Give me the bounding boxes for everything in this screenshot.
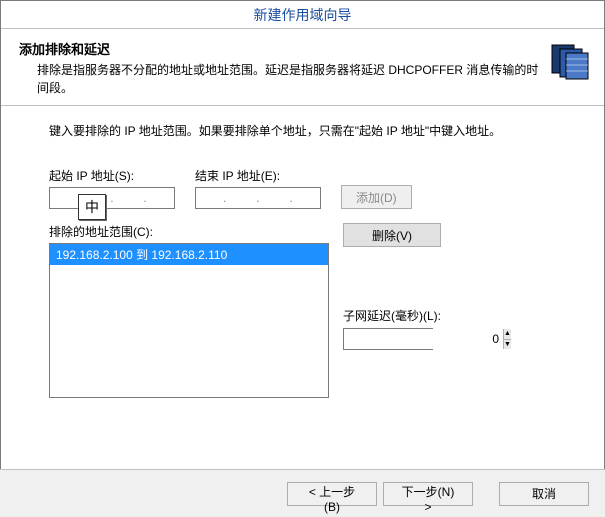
wizard-content: 键入要排除的 IP 地址范围。如果要排除单个地址，只需在"起始 IP 地址"中键… [1, 106, 604, 408]
subnet-delay-input[interactable] [344, 329, 503, 349]
spin-up-button[interactable]: ▲ [504, 329, 511, 340]
wizard-title: 新建作用域向导 [1, 1, 604, 29]
wizard-footer: < 上一步(B) 下一步(N) > 取消 [0, 469, 605, 517]
cancel-button[interactable]: 取消 [499, 482, 589, 506]
header-title: 添加排除和延迟 [19, 39, 540, 58]
excluded-range-label: 排除的地址范围(C): [49, 223, 329, 240]
start-ip-label: 起始 IP 地址(S): [49, 167, 175, 184]
remove-button[interactable]: 删除(V) [343, 223, 441, 247]
list-item[interactable]: 192.168.2.100 到 192.168.2.110 [50, 244, 328, 265]
end-ip-label: 结束 IP 地址(E): [195, 167, 321, 184]
ime-indicator[interactable]: 中 [78, 194, 106, 220]
header-description: 排除是指服务器不分配的地址或地址范围。延迟是指服务器将延迟 DHCPOFFER … [37, 61, 540, 97]
subnet-delay-label: 子网延迟(毫秒)(L): [343, 307, 441, 324]
next-button[interactable]: 下一步(N) > [383, 482, 473, 506]
dhcp-icon [548, 39, 590, 81]
instruction-text: 键入要排除的 IP 地址范围。如果要排除单个地址，只需在"起始 IP 地址"中键… [49, 122, 564, 139]
add-button[interactable]: 添加(D) [341, 185, 412, 209]
end-ip-input[interactable]: . . . [195, 187, 321, 209]
back-button[interactable]: < 上一步(B) [287, 482, 377, 506]
excluded-range-listbox[interactable]: 192.168.2.100 到 192.168.2.110 [49, 243, 329, 398]
wizard-header: 添加排除和延迟 排除是指服务器不分配的地址或地址范围。延迟是指服务器将延迟 DH… [1, 29, 604, 106]
start-ip-input[interactable]: . . . [49, 187, 175, 209]
spin-down-button[interactable]: ▼ [504, 340, 511, 350]
